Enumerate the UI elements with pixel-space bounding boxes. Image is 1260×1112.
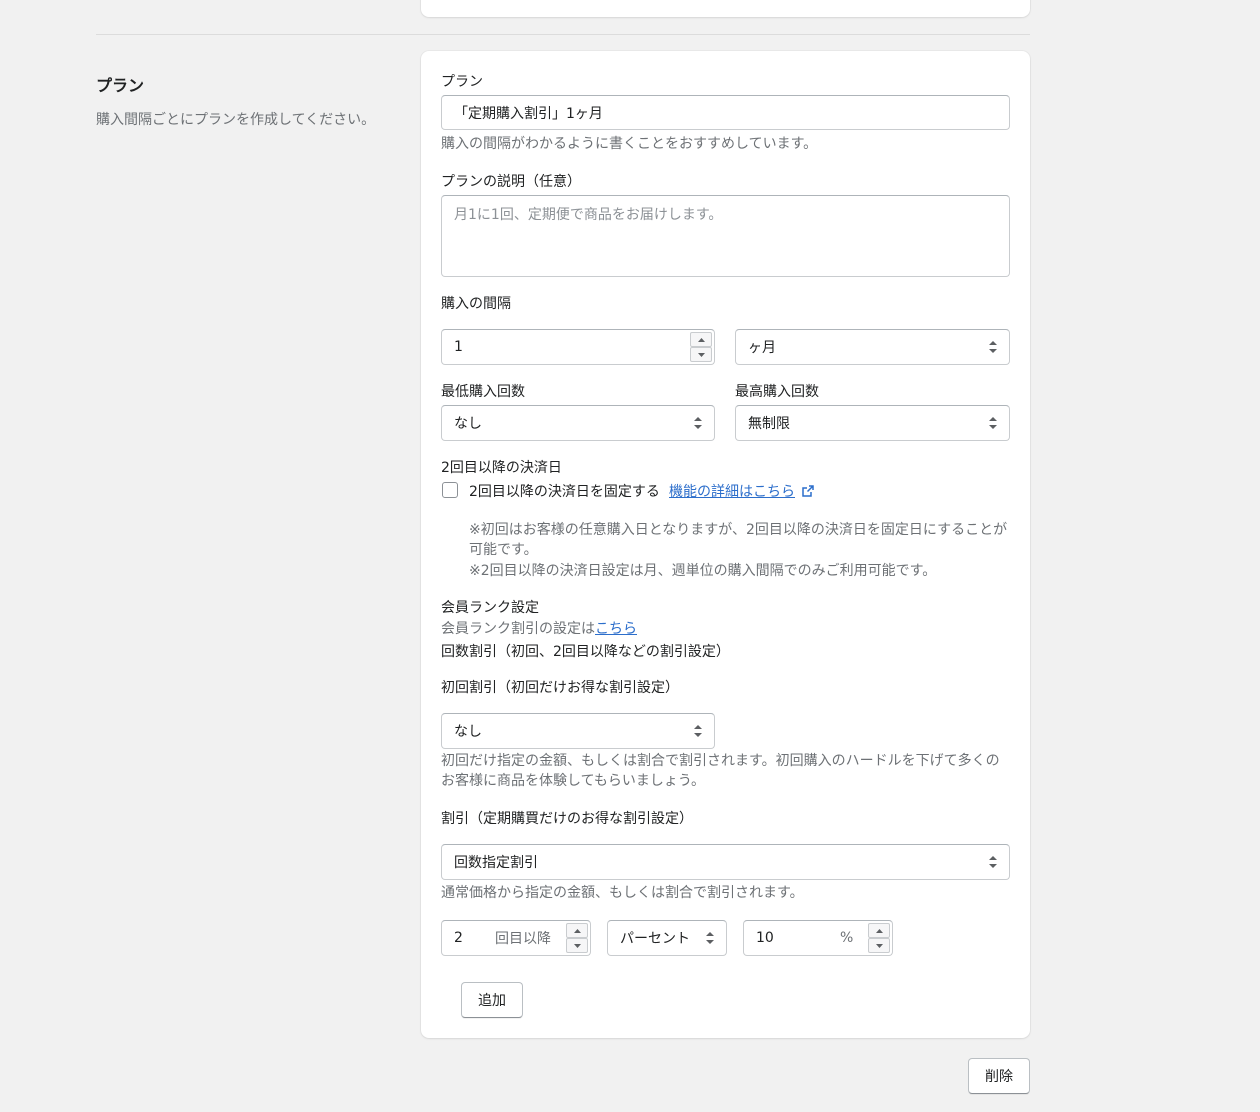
plan-name-label: プラン [441, 74, 483, 90]
select-caret-icon [989, 341, 997, 353]
external-link-icon [802, 485, 815, 497]
discount-type-select[interactable]: パーセント [607, 920, 727, 956]
interval-stepper[interactable] [690, 332, 712, 362]
payment-date-checkbox[interactable] [442, 482, 458, 498]
delete-button[interactable]: 削除 [968, 1058, 1030, 1094]
select-caret-icon [989, 417, 997, 429]
first-discount-help: 初回だけ指定の金額、もしくは割合で割引されます。初回購入のハードルを下げて多くの… [441, 753, 1000, 789]
discount-rate-input[interactable]: 10 % [743, 920, 893, 956]
section-title: プラン [96, 76, 145, 95]
plan-name-input[interactable]: 「定期購入割引」1ヶ月 [441, 95, 1010, 130]
max-purchase-value: 無制限 [748, 416, 790, 432]
plan-name-value: 「定期購入割引」1ヶ月 [454, 105, 603, 122]
plan-description-textarea[interactable]: 月1に1回、定期便で商品をお届けします。 [441, 195, 1010, 277]
member-rank-link[interactable]: こちら [595, 621, 637, 637]
select-caret-icon [989, 856, 997, 868]
stepper-down-icon[interactable] [690, 347, 712, 362]
interval-unit-select[interactable]: ヶ月 [735, 329, 1010, 365]
stepper-down-icon[interactable] [566, 938, 588, 953]
add-button[interactable]: 追加 [461, 982, 523, 1018]
min-purchase-label: 最低購入回数 [441, 384, 525, 400]
select-caret-icon [694, 725, 702, 737]
plan-name-help: 購入の間隔がわかるように書くことをおすすめしています。 [441, 136, 818, 152]
first-discount-label: 初回割引（初回だけお得な割引設定） [441, 680, 679, 696]
stepper-up-icon[interactable] [690, 332, 712, 347]
times-value: 2 [454, 930, 463, 946]
member-rank-label: 会員ランク設定 [441, 600, 539, 616]
plan-description-placeholder: 月1に1回、定期便で商品をお届けします。 [454, 207, 723, 223]
discount-help: 通常価格から指定の金額、もしくは割合で割引されます。 [441, 885, 804, 901]
stepper-up-icon[interactable] [566, 923, 588, 938]
stepper-up-icon[interactable] [868, 923, 890, 938]
first-discount-value: なし [454, 724, 482, 740]
payment-date-label: 2回目以降の決済日 [441, 460, 562, 476]
interval-unit-value: ヶ月 [748, 340, 776, 356]
section-divider [96, 34, 1030, 35]
member-rank-text: 会員ランク割引の設定は [441, 621, 595, 637]
min-purchase-value: なし [454, 416, 482, 432]
select-caret-icon [694, 417, 702, 429]
payment-date-checkbox-label[interactable]: 2回目以降の決済日を固定する [469, 481, 660, 501]
times-stepper[interactable] [566, 923, 588, 953]
member-rank-text-row: 会員ランク割引の設定はこちら [441, 619, 637, 639]
payment-note-2: ※2回目以降の決済日設定は月、週単位の購入間隔でのみご利用可能です。 [469, 563, 937, 579]
discount-rate-suffix: % [840, 930, 854, 946]
count-discount-label: 回数割引（初回、2回目以降などの割引設定） [441, 644, 730, 660]
max-purchase-select[interactable]: 無制限 [735, 405, 1010, 441]
discount-rate-value: 10 [756, 930, 774, 946]
payment-detail-link-text[interactable]: 機能の詳細はこちら [669, 484, 795, 500]
discount-type-value: パーセント [620, 931, 690, 947]
payment-detail-link[interactable]: 機能の詳細はこちら [669, 481, 815, 501]
times-suffix: 回目以降 [495, 931, 551, 947]
discount-label: 割引（定期購買だけのお得な割引設定） [441, 811, 693, 827]
interval-number-input[interactable]: 1 [441, 329, 715, 365]
section-description: 購入間隔ごとにプランを作成してください。 [96, 112, 376, 128]
interval-value: 1 [454, 339, 463, 355]
payment-note-1: ※初回はお客様の任意購入日となりますが、2回目以降の決済日を固定日にすることが可… [469, 522, 1008, 558]
discount-select[interactable]: 回数指定割引 [441, 844, 1010, 880]
interval-label: 購入の間隔 [441, 296, 511, 312]
times-number-input[interactable]: 2 回目以降 [441, 920, 591, 956]
previous-card [421, 0, 1030, 17]
first-discount-select[interactable]: なし [441, 713, 715, 749]
plan-description-label: プランの説明（任意） [441, 174, 581, 190]
rate-stepper[interactable] [868, 923, 890, 953]
min-purchase-select[interactable]: なし [441, 405, 715, 441]
select-caret-icon [706, 932, 714, 944]
stepper-down-icon[interactable] [868, 938, 890, 953]
max-purchase-label: 最高購入回数 [735, 384, 819, 400]
discount-value: 回数指定割引 [454, 855, 538, 871]
